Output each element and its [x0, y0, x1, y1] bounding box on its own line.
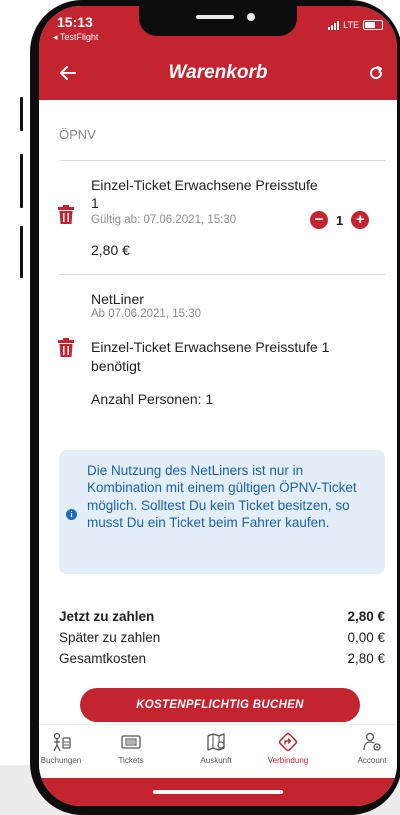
tab-verbindung[interactable]: Verbindung	[252, 731, 324, 765]
total-label: Gesamtkosten	[59, 651, 147, 666]
trash-icon	[58, 205, 74, 224]
ticket-name: Einzel-Ticket Erwachsene Preisstufe 1	[91, 177, 318, 211]
quantity-value: 1	[336, 212, 344, 228]
total-value: 2,80 €	[347, 609, 385, 624]
info-text: Die Nutzung des NetLiners ist nur in Kom…	[87, 463, 357, 531]
tab-label: Verbindung	[267, 756, 309, 765]
ticket-validity: Gültig ab: 07.06.2021, 15:30	[91, 214, 237, 226]
tab-buchungen[interactable]: Buchungen	[39, 731, 97, 765]
tab-auskunft[interactable]: Auskunft	[180, 731, 252, 765]
account-icon	[363, 732, 381, 751]
ticket-icon	[121, 735, 141, 749]
divider	[59, 274, 385, 275]
tab-label: Buchungen	[40, 756, 82, 765]
total-now-row: Jetzt zu zahlen 2,80 €	[59, 609, 385, 624]
section-label: ÖPNV	[59, 127, 96, 142]
signal-icon	[328, 20, 340, 30]
info-icon: i	[66, 509, 77, 520]
refresh-icon	[370, 66, 383, 80]
status-time: 15:13	[57, 14, 93, 30]
app-header: Warenkorb	[39, 50, 397, 100]
total-value: 2,80 €	[347, 651, 385, 666]
book-button[interactable]: KOSTENPFLICHTIG BUCHEN	[80, 688, 360, 722]
tab-tickets[interactable]: Tickets	[95, 731, 167, 765]
tab-bar: Buchungen Tickets Auskunft Verbindung Ac…	[39, 724, 397, 779]
speaker-grille	[196, 15, 234, 19]
map-icon	[207, 733, 225, 751]
status-indicators: LTE	[328, 20, 383, 30]
phone-notch	[139, 6, 297, 36]
edge-marker	[20, 226, 23, 278]
minus-icon[interactable]: −	[310, 211, 328, 229]
route-sign-icon	[278, 732, 298, 752]
ticket-price: 2,80 €	[91, 242, 130, 258]
total-label: Später zu zahlen	[59, 630, 161, 645]
tab-label: Tickets	[118, 756, 144, 765]
trash-icon	[58, 338, 74, 357]
battery-icon	[363, 20, 383, 30]
bookings-icon	[53, 732, 71, 752]
netliner-date: Ab 07.06.2021, 15:30	[91, 308, 201, 320]
network-label: LTE	[343, 20, 359, 30]
divider	[59, 160, 385, 161]
refresh-button[interactable]	[361, 58, 391, 88]
netliner-persons: Anzahl Personen: 1	[91, 391, 214, 407]
bottom-bar	[39, 778, 397, 806]
netliner-requirement: Einzel-Ticket Erwachsene Preisstufe 1 be…	[91, 339, 330, 374]
camera-dot	[247, 13, 255, 21]
total-label: Jetzt zu zahlen	[59, 609, 155, 624]
edge-marker	[20, 97, 23, 131]
delete-netliner-button[interactable]	[57, 338, 75, 363]
home-indicator[interactable]	[153, 790, 283, 794]
plus-icon[interactable]: +	[351, 211, 370, 229]
tab-label: Auskunft	[200, 756, 232, 765]
info-box: i Die Nutzung des NetLiners ist nur in K…	[59, 450, 385, 574]
phone-screen: 15:13 ◂ TestFlight LTE Warenkorb ÖPNV Ei…	[39, 6, 397, 806]
page-title: Warenkorb	[168, 62, 268, 83]
quantity-stepper: − 1 +	[310, 211, 370, 229]
tab-label: Account	[357, 756, 387, 765]
total-sum-row: Gesamtkosten 2,80 €	[59, 651, 385, 666]
edge-marker	[20, 154, 23, 208]
back-to-testflight-link[interactable]: ◂ TestFlight	[53, 32, 98, 43]
total-value: 0,00 €	[347, 630, 385, 645]
delete-ticket-button[interactable]	[57, 205, 75, 230]
netliner-name: NetLiner	[91, 291, 144, 307]
tab-account[interactable]: Account	[336, 731, 397, 765]
total-later-row: Später zu zahlen 0,00 €	[59, 630, 385, 645]
